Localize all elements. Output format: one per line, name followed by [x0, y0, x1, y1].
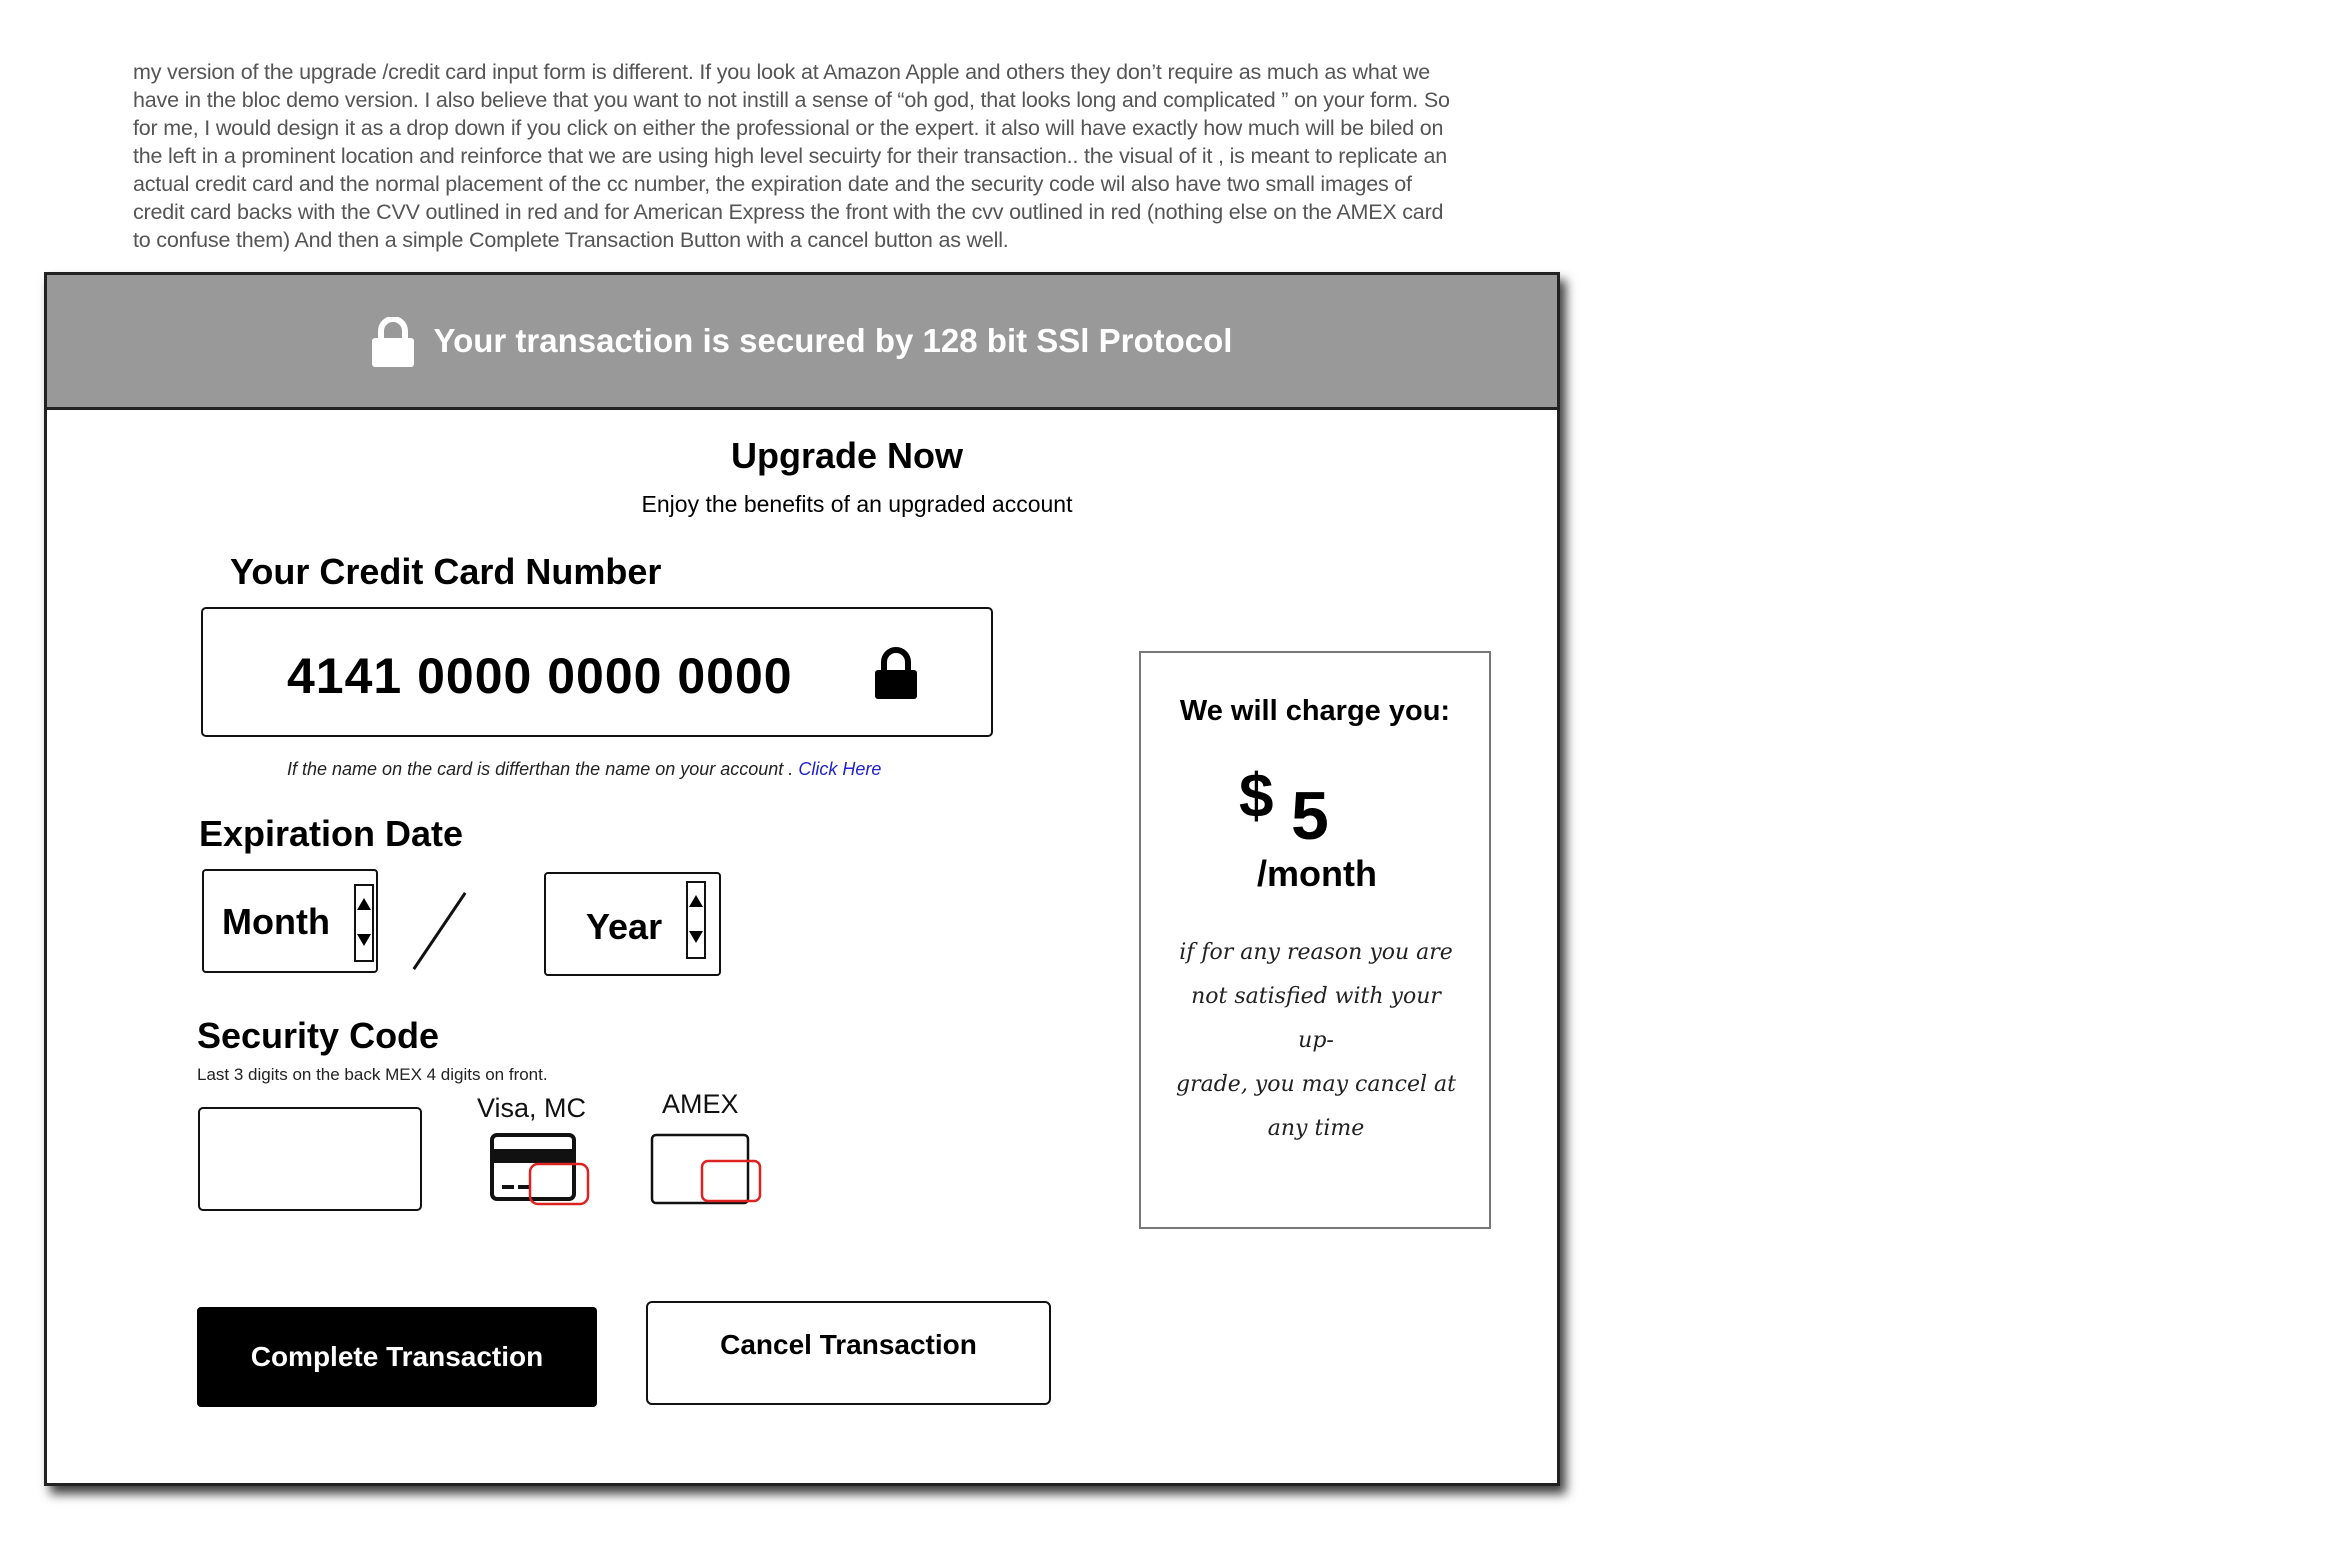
guarantee-line: grade, you may cancel at — [1176, 1072, 1456, 1097]
visa-mc-label: Visa, MC — [477, 1093, 587, 1123]
year-value: Year — [586, 906, 663, 947]
charge-amount: 5 — [1291, 778, 1329, 854]
month-value: Month — [222, 901, 330, 942]
cc-number-value: 4141 0000 0000 0000 — [287, 648, 793, 704]
spinner-down-icon — [357, 934, 371, 946]
secure-banner: Your transaction is secured by 128 bit S… — [47, 275, 1557, 410]
date-separator — [412, 892, 467, 970]
guarantee-line: any time — [1267, 1116, 1365, 1141]
guarantee-line: if for any reason you are — [1179, 940, 1453, 965]
note-line: my version of the upgrade /credit card i… — [133, 60, 1430, 84]
cc-number-input[interactable]: 4141 0000 0000 0000 — [201, 607, 993, 737]
expiration-label: Expiration Date — [199, 813, 464, 854]
security-code-label: Security Code — [197, 1015, 440, 1056]
note-line: for me, I would design it as a drop down… — [133, 116, 1444, 140]
charge-title: We will charge you: — [1179, 695, 1451, 727]
note-line: have in the bloc demo version. I also be… — [133, 88, 1450, 112]
security-code-input[interactable] — [198, 1107, 422, 1211]
lock-icon — [371, 315, 414, 372]
credit-card-back-icon — [490, 1133, 594, 1218]
upgrade-panel: Your transaction is secured by 128 bit S… — [44, 272, 1560, 1486]
note-line: to confuse them) And then a simple Compl… — [133, 228, 1009, 252]
amex-label: AMEX — [662, 1089, 739, 1119]
cc-number-label: Your Credit Card Number — [230, 551, 662, 592]
spinner-up-icon — [357, 898, 371, 910]
security-code-hint: Last 3 digits on the back MEX 4 digits o… — [197, 1065, 548, 1084]
lock-icon — [875, 647, 917, 704]
month-select[interactable]: Month — [202, 869, 378, 973]
charge-summary: We will charge you: $ 5 /month if for an… — [1139, 651, 1491, 1229]
page-title: Upgrade Now — [730, 435, 963, 476]
design-note: my version of the upgrade /credit card i… — [133, 58, 1523, 254]
complete-transaction-button[interactable]: Complete Transaction — [197, 1307, 597, 1407]
note-line: the left in a prominent location and rei… — [133, 144, 1448, 168]
cancel-guarantee: if for any reason you are not satisfied … — [1171, 931, 1461, 1151]
click-here-link[interactable]: Click Here — [798, 759, 881, 779]
spinner-up-icon — [689, 895, 703, 907]
amex-card-front-icon — [650, 1133, 766, 1218]
month-spinner[interactable] — [354, 884, 374, 962]
cancel-transaction-button[interactable]: Cancel Transaction — [646, 1301, 1051, 1405]
currency-symbol: $ — [1239, 762, 1274, 831]
secure-text: Your transaction is secured by 128 bit S… — [433, 322, 1233, 359]
name-hint: If the name on the card is differthan th… — [287, 759, 881, 780]
note-line: credit card backs with the CVV outlined … — [133, 200, 1444, 224]
page-subtitle: Enjoy the benefits of an upgraded accoun… — [641, 491, 1073, 517]
note-line: actual credit card and the normal placem… — [133, 172, 1412, 196]
spinner-down-icon — [689, 931, 703, 943]
guarantee-line: not satisfied with your up- — [1191, 984, 1441, 1053]
name-hint-text: If the name on the card is differthan th… — [287, 759, 794, 779]
charge-period: /month — [1257, 853, 1377, 894]
year-spinner[interactable] — [686, 881, 706, 959]
year-select[interactable]: Year — [544, 872, 721, 976]
